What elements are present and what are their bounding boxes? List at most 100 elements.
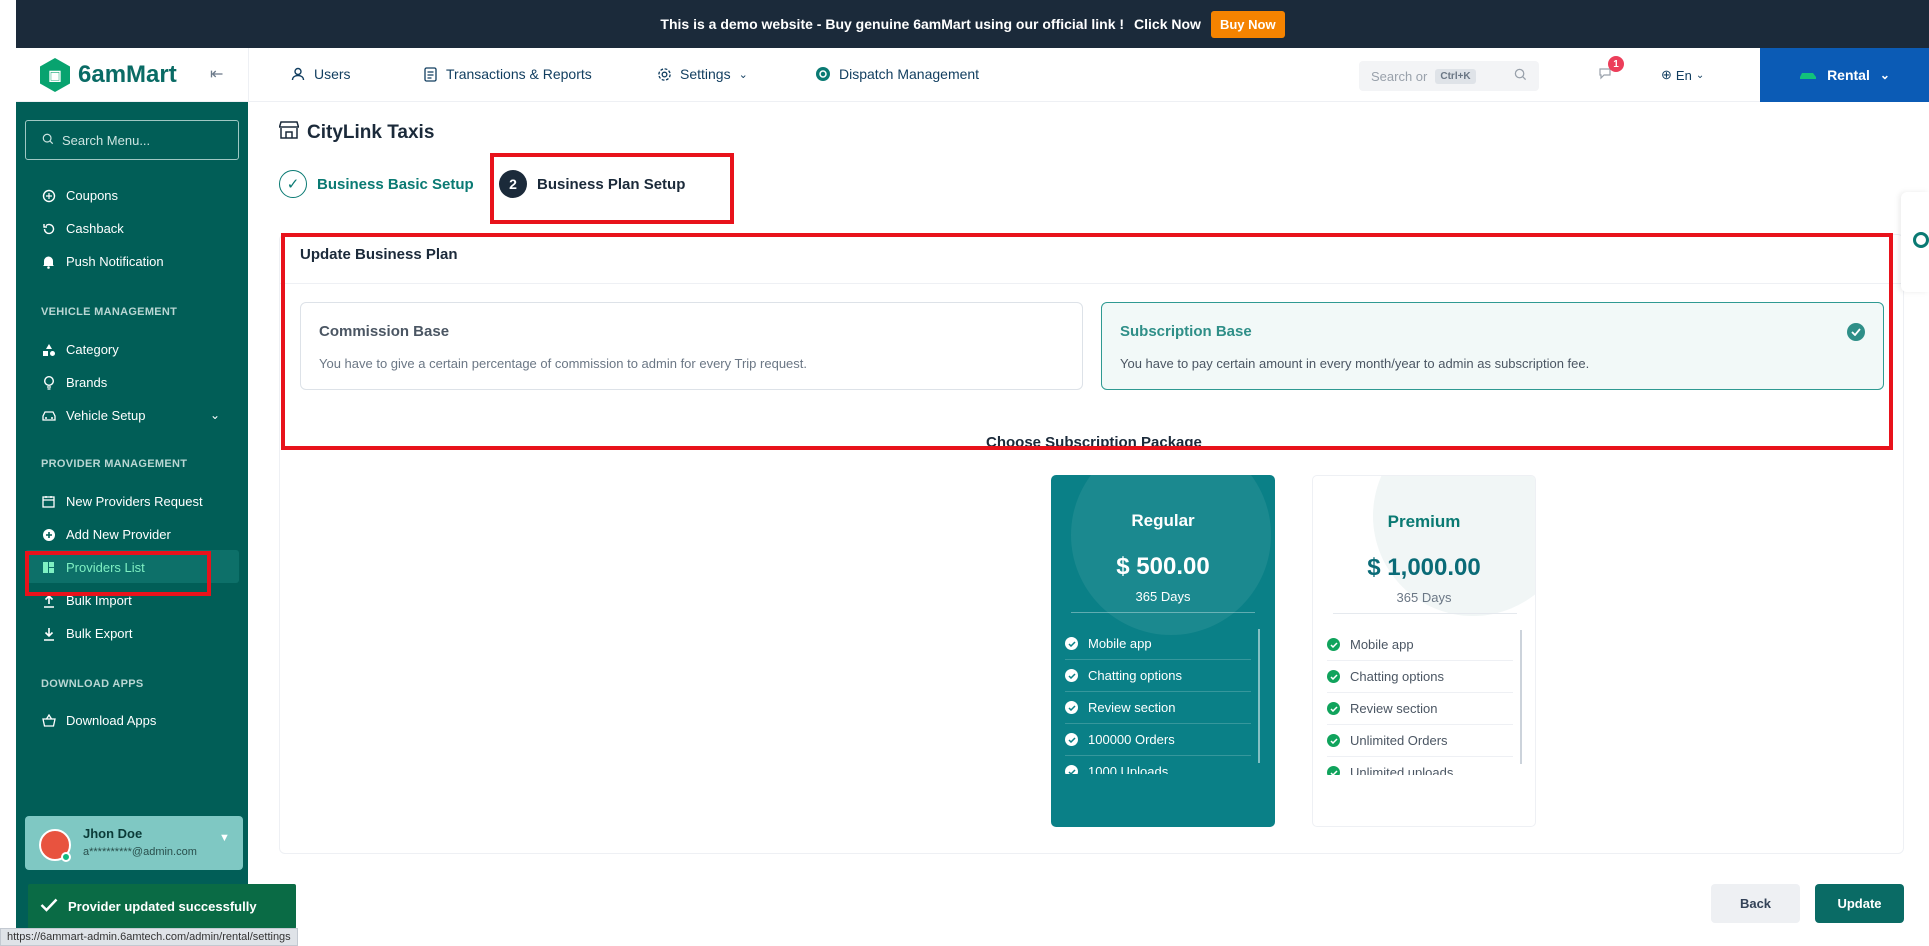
sidebar-item-category[interactable]: Category xyxy=(41,342,119,357)
user-card[interactable]: Jhon Doe a**********@admin.com ▼ xyxy=(25,816,243,870)
click-now-link[interactable]: Click Now xyxy=(1134,16,1201,32)
store-icon xyxy=(278,120,300,145)
dispatch-icon xyxy=(815,66,831,82)
divider xyxy=(1071,612,1255,613)
package-card-regular[interactable]: Regular $ 500.00 365 Days Mobile app Cha… xyxy=(1051,475,1275,827)
check-icon xyxy=(1065,637,1078,650)
list-item: Unlimited uploads xyxy=(1327,757,1513,775)
calendar-icon xyxy=(41,494,56,509)
logo-bag-icon: ▣ xyxy=(40,58,70,92)
feature-label: Chatting options xyxy=(1350,669,1444,684)
notification-count: 1 xyxy=(1608,56,1624,72)
plus-circle-icon xyxy=(41,527,56,542)
scrollbar[interactable] xyxy=(1520,630,1522,764)
package-card-premium[interactable]: Premium $ 1,000.00 365 Days Mobile app C… xyxy=(1312,475,1536,827)
language-label: En xyxy=(1675,67,1692,83)
check-icon xyxy=(1327,734,1340,747)
bell-icon xyxy=(41,254,56,269)
online-status-dot xyxy=(61,852,71,862)
buy-now-button[interactable]: Buy Now xyxy=(1210,10,1285,38)
caret-down-icon[interactable]: ▼ xyxy=(219,832,230,844)
shortcut-badge: Ctrl+K xyxy=(1435,68,1476,84)
module-switcher[interactable]: Rental ⌄ xyxy=(1760,48,1929,102)
nav-users[interactable]: Users xyxy=(290,66,351,82)
chevron-down-icon[interactable]: ⌄ xyxy=(210,408,220,422)
shopping-bag-icon xyxy=(41,713,56,728)
list-item: 100000 Orders xyxy=(1065,724,1251,756)
sidebar-item-cashback[interactable]: Cashback xyxy=(41,221,124,236)
search-input[interactable]: Search or Ctrl+K xyxy=(1359,61,1539,91)
highlight-box-providers-list xyxy=(25,551,211,596)
sidebar-item-label: Brands xyxy=(66,375,108,390)
sidebar-item-coupons[interactable]: Coupons xyxy=(41,188,118,203)
success-toast: Provider updated successfully xyxy=(28,884,296,929)
sidebar-item-label: Download Apps xyxy=(66,713,157,728)
sidebar-heading-vehicle: VEHICLE MANAGEMENT xyxy=(41,306,178,318)
sidebar-item-add-new-provider[interactable]: Add New Provider xyxy=(41,527,171,542)
check-icon xyxy=(40,898,58,915)
user-icon xyxy=(290,66,306,82)
sidebar-heading-provider: PROVIDER MANAGEMENT xyxy=(41,458,188,470)
nav-settings[interactable]: Settings ⌄ xyxy=(656,66,748,82)
list-item: Chatting options xyxy=(1327,661,1513,693)
toast-message: Provider updated successfully xyxy=(68,899,257,914)
list-item: Review section xyxy=(1065,692,1251,724)
coupon-icon xyxy=(41,188,56,203)
nav-dispatch[interactable]: Dispatch Management xyxy=(815,66,979,82)
check-icon xyxy=(1065,765,1078,774)
floating-settings-panel[interactable] xyxy=(1901,192,1929,292)
cashback-icon xyxy=(41,221,56,236)
nav-transactions[interactable]: Transactions & Reports xyxy=(422,66,592,82)
banner-text: This is a demo website - Buy genuine 6am… xyxy=(660,16,1125,32)
highlight-box-business-plan xyxy=(281,233,1893,450)
sidebar-item-new-providers-request[interactable]: New Providers Request xyxy=(41,494,203,509)
sidebar-item-download-apps[interactable]: Download Apps xyxy=(41,713,156,728)
check-icon xyxy=(1327,766,1340,775)
sidebar-item-brands[interactable]: Brands xyxy=(41,375,107,390)
collapse-sidebar-icon[interactable]: ⇤ xyxy=(210,64,223,84)
scrollbar[interactable] xyxy=(1258,629,1260,763)
car-icon xyxy=(1799,67,1817,83)
page-title: CityLink Taxis xyxy=(278,120,434,145)
feature-label: Chatting options xyxy=(1088,668,1182,683)
feature-list: Mobile app Chatting options Review secti… xyxy=(1327,629,1513,775)
download-icon xyxy=(41,626,56,641)
sidebar-heading-apps: DOWNLOAD APPS xyxy=(41,678,144,690)
feature-label: Review section xyxy=(1088,700,1176,715)
language-select[interactable]: ⊕ En ⌄ xyxy=(1661,67,1704,83)
list-item: Chatting options xyxy=(1065,660,1251,692)
report-icon xyxy=(422,66,438,82)
app-root: This is a demo website - Buy genuine 6am… xyxy=(0,0,1929,946)
highlight-box-plan-step xyxy=(490,153,734,224)
back-button[interactable]: Back xyxy=(1711,884,1800,923)
sidebar-item-label: Push Notification xyxy=(66,254,164,269)
refresh-icon xyxy=(1913,232,1929,248)
step-business-basic-setup[interactable]: ✓ Business Basic Setup xyxy=(279,170,474,198)
list-item: Mobile app xyxy=(1065,628,1251,660)
feature-label: Mobile app xyxy=(1350,637,1414,652)
notification-button[interactable]: 1 xyxy=(1598,56,1624,85)
package-name: Premium xyxy=(1387,512,1461,531)
module-label: Rental xyxy=(1827,67,1870,83)
sidebar-search-input[interactable]: Search Menu... xyxy=(25,120,239,160)
sidebar: Search Menu... Coupons Cashback Push Not… xyxy=(16,102,248,946)
brand-name: 6amMart xyxy=(78,61,177,88)
check-icon xyxy=(1065,733,1078,746)
check-icon: ✓ xyxy=(279,170,307,198)
feature-label: 100000 Orders xyxy=(1088,732,1175,747)
logo[interactable]: ▣ 6amMart xyxy=(40,58,177,92)
feature-label: Unlimited Orders xyxy=(1350,733,1448,748)
sidebar-item-push-notification[interactable]: Push Notification xyxy=(41,254,164,269)
update-button[interactable]: Update xyxy=(1815,884,1904,923)
nav-users-label: Users xyxy=(314,66,351,82)
sidebar-item-vehicle-setup[interactable]: Vehicle Setup xyxy=(41,408,146,423)
sidebar-item-bulk-export[interactable]: Bulk Export xyxy=(41,626,132,641)
step-label: Business Basic Setup xyxy=(317,175,474,193)
top-header: ▣ 6amMart ⇤ Users Transactions & Reports… xyxy=(16,48,1929,102)
header-divider xyxy=(248,48,249,102)
sidebar-item-label: Add New Provider xyxy=(66,527,171,542)
sidebar-item-label: Cashback xyxy=(66,221,124,236)
feature-label: Mobile app xyxy=(1088,636,1152,651)
nav-transactions-label: Transactions & Reports xyxy=(446,66,592,82)
sidebar-item-label: Vehicle Setup xyxy=(66,408,146,423)
